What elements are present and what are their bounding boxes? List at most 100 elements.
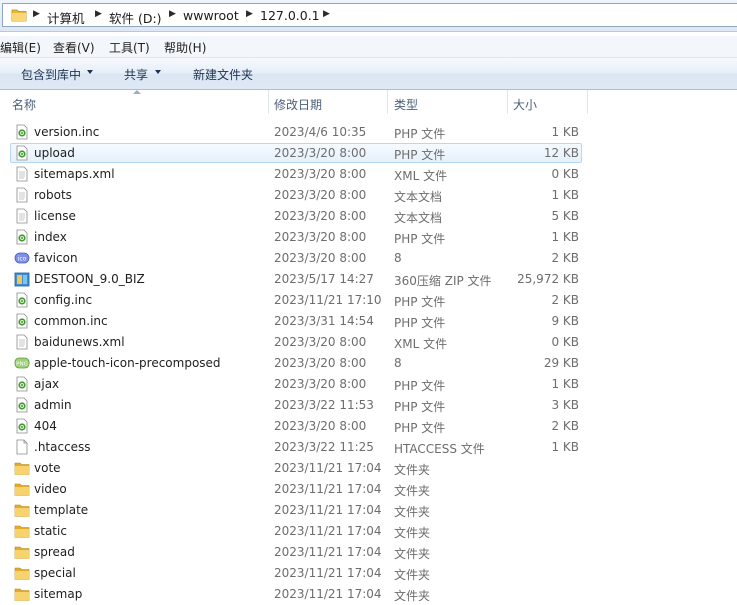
include-in-library-button[interactable]: 包含到库中 bbox=[21, 66, 81, 83]
breadcrumb-arrow-icon[interactable]: ▶ bbox=[169, 9, 176, 19]
file-name: ajax bbox=[34, 377, 60, 391]
file-date: 2023/11/21 17:04 bbox=[274, 503, 382, 517]
column-divider[interactable] bbox=[387, 90, 388, 114]
file-date: 2023/11/21 17:10 bbox=[274, 293, 382, 307]
file-type: 文本文档 bbox=[394, 190, 443, 204]
blank-file-icon bbox=[14, 439, 30, 455]
file-size: 1 KB bbox=[551, 377, 579, 391]
breadcrumb-127-0-0-1[interactable]: 127.0.0.1 bbox=[260, 8, 320, 23]
file-row[interactable]: template 2023/11/21 17:04 文件夹 bbox=[0, 500, 737, 521]
column-divider[interactable] bbox=[268, 90, 269, 114]
file-row[interactable]: config.inc 2023/11/21 17:10 PHP 文件 2 KB bbox=[0, 290, 737, 311]
file-size: 2 KB bbox=[551, 251, 579, 265]
file-row[interactable]: robots 2023/3/20 8:00 文本文档 1 KB bbox=[0, 185, 737, 206]
file-type: PHP 文件 bbox=[394, 379, 446, 393]
file-date: 2023/3/20 8:00 bbox=[274, 230, 367, 244]
file-row[interactable]: admin 2023/3/22 11:53 PHP 文件 3 KB bbox=[0, 395, 737, 416]
file-row[interactable]: sitemaps.xml 2023/3/20 8:00 XML 文件 0 KB bbox=[0, 164, 737, 185]
file-row[interactable]: vote 2023/11/21 17:04 文件夹 bbox=[0, 458, 737, 479]
file-name: version.inc bbox=[34, 125, 100, 139]
text-file-icon bbox=[14, 334, 30, 350]
file-row[interactable]: index 2023/3/20 8:00 PHP 文件 1 KB bbox=[0, 227, 737, 248]
breadcrumb-drive-d[interactable]: 软件 (D:) bbox=[109, 8, 162, 27]
file-name: baidunews.xml bbox=[34, 335, 125, 349]
menu-tools[interactable]: 工具(T) bbox=[109, 39, 150, 56]
file-row[interactable]: license 2023/3/20 8:00 文本文档 5 KB bbox=[0, 206, 737, 227]
file-name: vote bbox=[34, 461, 61, 475]
menu-view[interactable]: 查看(V) bbox=[53, 39, 95, 56]
folder-icon bbox=[14, 481, 30, 497]
address-bar: ▶ 计算机 ▶ 软件 (D:) ▶ wwwroot ▶ 127.0.0.1 ▶ bbox=[0, 0, 737, 32]
menu-help[interactable]: 帮助(H) bbox=[164, 39, 206, 56]
file-row[interactable]: video 2023/11/21 17:04 文件夹 bbox=[0, 479, 737, 500]
file-type: PHP 文件 bbox=[394, 295, 446, 309]
breadcrumb-arrow-icon[interactable]: ▶ bbox=[95, 9, 102, 19]
file-name: sitemaps.xml bbox=[34, 167, 115, 181]
breadcrumb-arrow-icon[interactable]: ▶ bbox=[323, 9, 330, 19]
file-type: PHP 文件 bbox=[394, 127, 446, 141]
file-size: 0 KB bbox=[551, 335, 579, 349]
column-divider[interactable] bbox=[507, 90, 508, 114]
file-size: 29 KB bbox=[543, 356, 579, 370]
file-date: 2023/3/20 8:00 bbox=[274, 146, 367, 160]
file-date: 2023/3/20 8:00 bbox=[274, 188, 367, 202]
text-file-icon bbox=[14, 166, 30, 182]
file-date: 2023/11/21 17:04 bbox=[274, 587, 382, 601]
file-row[interactable]: version.inc 2023/4/6 10:35 PHP 文件 1 KB bbox=[0, 122, 737, 143]
file-row[interactable]: sitemap 2023/11/21 17:04 文件夹 bbox=[0, 584, 737, 605]
file-name: spread bbox=[34, 545, 75, 559]
file-row[interactable]: .htaccess 2023/3/22 11:25 HTACCESS 文件 1 KB bbox=[0, 437, 737, 458]
breadcrumb-arrow-icon[interactable]: ▶ bbox=[246, 9, 253, 19]
file-name: apple-touch-icon-precomposed bbox=[34, 356, 221, 370]
file-type: PHP 文件 bbox=[394, 232, 446, 246]
breadcrumb-wwwroot[interactable]: wwwroot bbox=[183, 8, 239, 23]
file-date: 2023/4/6 10:35 bbox=[274, 125, 367, 139]
column-name[interactable]: 名称 bbox=[12, 96, 36, 113]
folder-icon bbox=[11, 9, 27, 22]
file-name: video bbox=[34, 482, 67, 496]
file-date: 2023/11/21 17:04 bbox=[274, 482, 382, 496]
column-type[interactable]: 类型 bbox=[394, 96, 418, 113]
file-row[interactable]: common.inc 2023/3/31 14:54 PHP 文件 9 KB bbox=[0, 311, 737, 332]
file-row[interactable]: ico favicon 2023/3/20 8:00 8 2 KB bbox=[0, 248, 737, 269]
file-date: 2023/3/22 11:25 bbox=[274, 440, 374, 454]
file-row[interactable]: static 2023/11/21 17:04 文件夹 bbox=[0, 521, 737, 542]
file-row[interactable]: 404 2023/3/20 8:00 PHP 文件 2 KB bbox=[0, 416, 737, 437]
file-date: 2023/3/31 14:54 bbox=[274, 314, 374, 328]
menu-bar: 编辑(E) 查看(V) 工具(T) 帮助(H) bbox=[0, 36, 737, 58]
column-divider[interactable] bbox=[587, 90, 588, 114]
file-row[interactable]: ajax 2023/3/20 8:00 PHP 文件 1 KB bbox=[0, 374, 737, 395]
breadcrumb-arrow-icon[interactable]: ▶ bbox=[33, 9, 40, 19]
file-name: sitemap bbox=[34, 587, 83, 601]
file-size: 12 KB bbox=[543, 146, 579, 160]
file-row[interactable]: PNG apple-touch-icon-precomposed 2023/3/20… bbox=[0, 353, 737, 374]
file-type: PHP 文件 bbox=[394, 316, 446, 330]
file-row[interactable]: baidunews.xml 2023/3/20 8:00 XML 文件 0 KB bbox=[0, 332, 737, 353]
file-date: 2023/3/20 8:00 bbox=[274, 251, 367, 265]
file-row[interactable]: spread 2023/11/21 17:04 文件夹 bbox=[0, 542, 737, 563]
column-date[interactable]: 修改日期 bbox=[274, 96, 322, 113]
file-date: 2023/11/21 17:04 bbox=[274, 566, 382, 580]
address-box[interactable]: ▶ 计算机 ▶ 软件 (D:) ▶ wwwroot ▶ 127.0.0.1 ▶ bbox=[2, 3, 737, 27]
file-row[interactable]: special 2023/11/21 17:04 文件夹 bbox=[0, 563, 737, 584]
file-date: 2023/3/22 11:53 bbox=[274, 398, 374, 412]
file-name: index bbox=[34, 230, 67, 244]
folder-icon bbox=[14, 544, 30, 560]
menu-edit[interactable]: 编辑(E) bbox=[0, 39, 41, 56]
new-folder-button[interactable]: 新建文件夹 bbox=[193, 66, 253, 83]
file-row[interactable]: upload 2023/3/20 8:00 PHP 文件 12 KB bbox=[0, 143, 737, 164]
breadcrumb-computer[interactable]: 计算机 bbox=[47, 8, 85, 27]
file-type: XML 文件 bbox=[394, 337, 448, 351]
file-type: XML 文件 bbox=[394, 169, 448, 183]
share-button[interactable]: 共享 bbox=[124, 66, 148, 83]
chevron-down-icon[interactable] bbox=[87, 70, 93, 74]
file-date: 2023/3/20 8:00 bbox=[274, 377, 367, 391]
file-size: 5 KB bbox=[551, 209, 579, 223]
column-size[interactable]: 大小 bbox=[513, 96, 537, 113]
file-row[interactable]: DESTOON_9.0_BIZ 2023/5/17 14:27 360压缩 ZIP … bbox=[0, 269, 737, 290]
png-file-icon: PNG bbox=[14, 355, 30, 371]
file-date: 2023/3/20 8:00 bbox=[274, 356, 367, 370]
file-type: HTACCESS 文件 bbox=[394, 442, 485, 456]
chevron-down-icon[interactable] bbox=[155, 70, 161, 74]
file-date: 2023/5/17 14:27 bbox=[274, 272, 374, 286]
